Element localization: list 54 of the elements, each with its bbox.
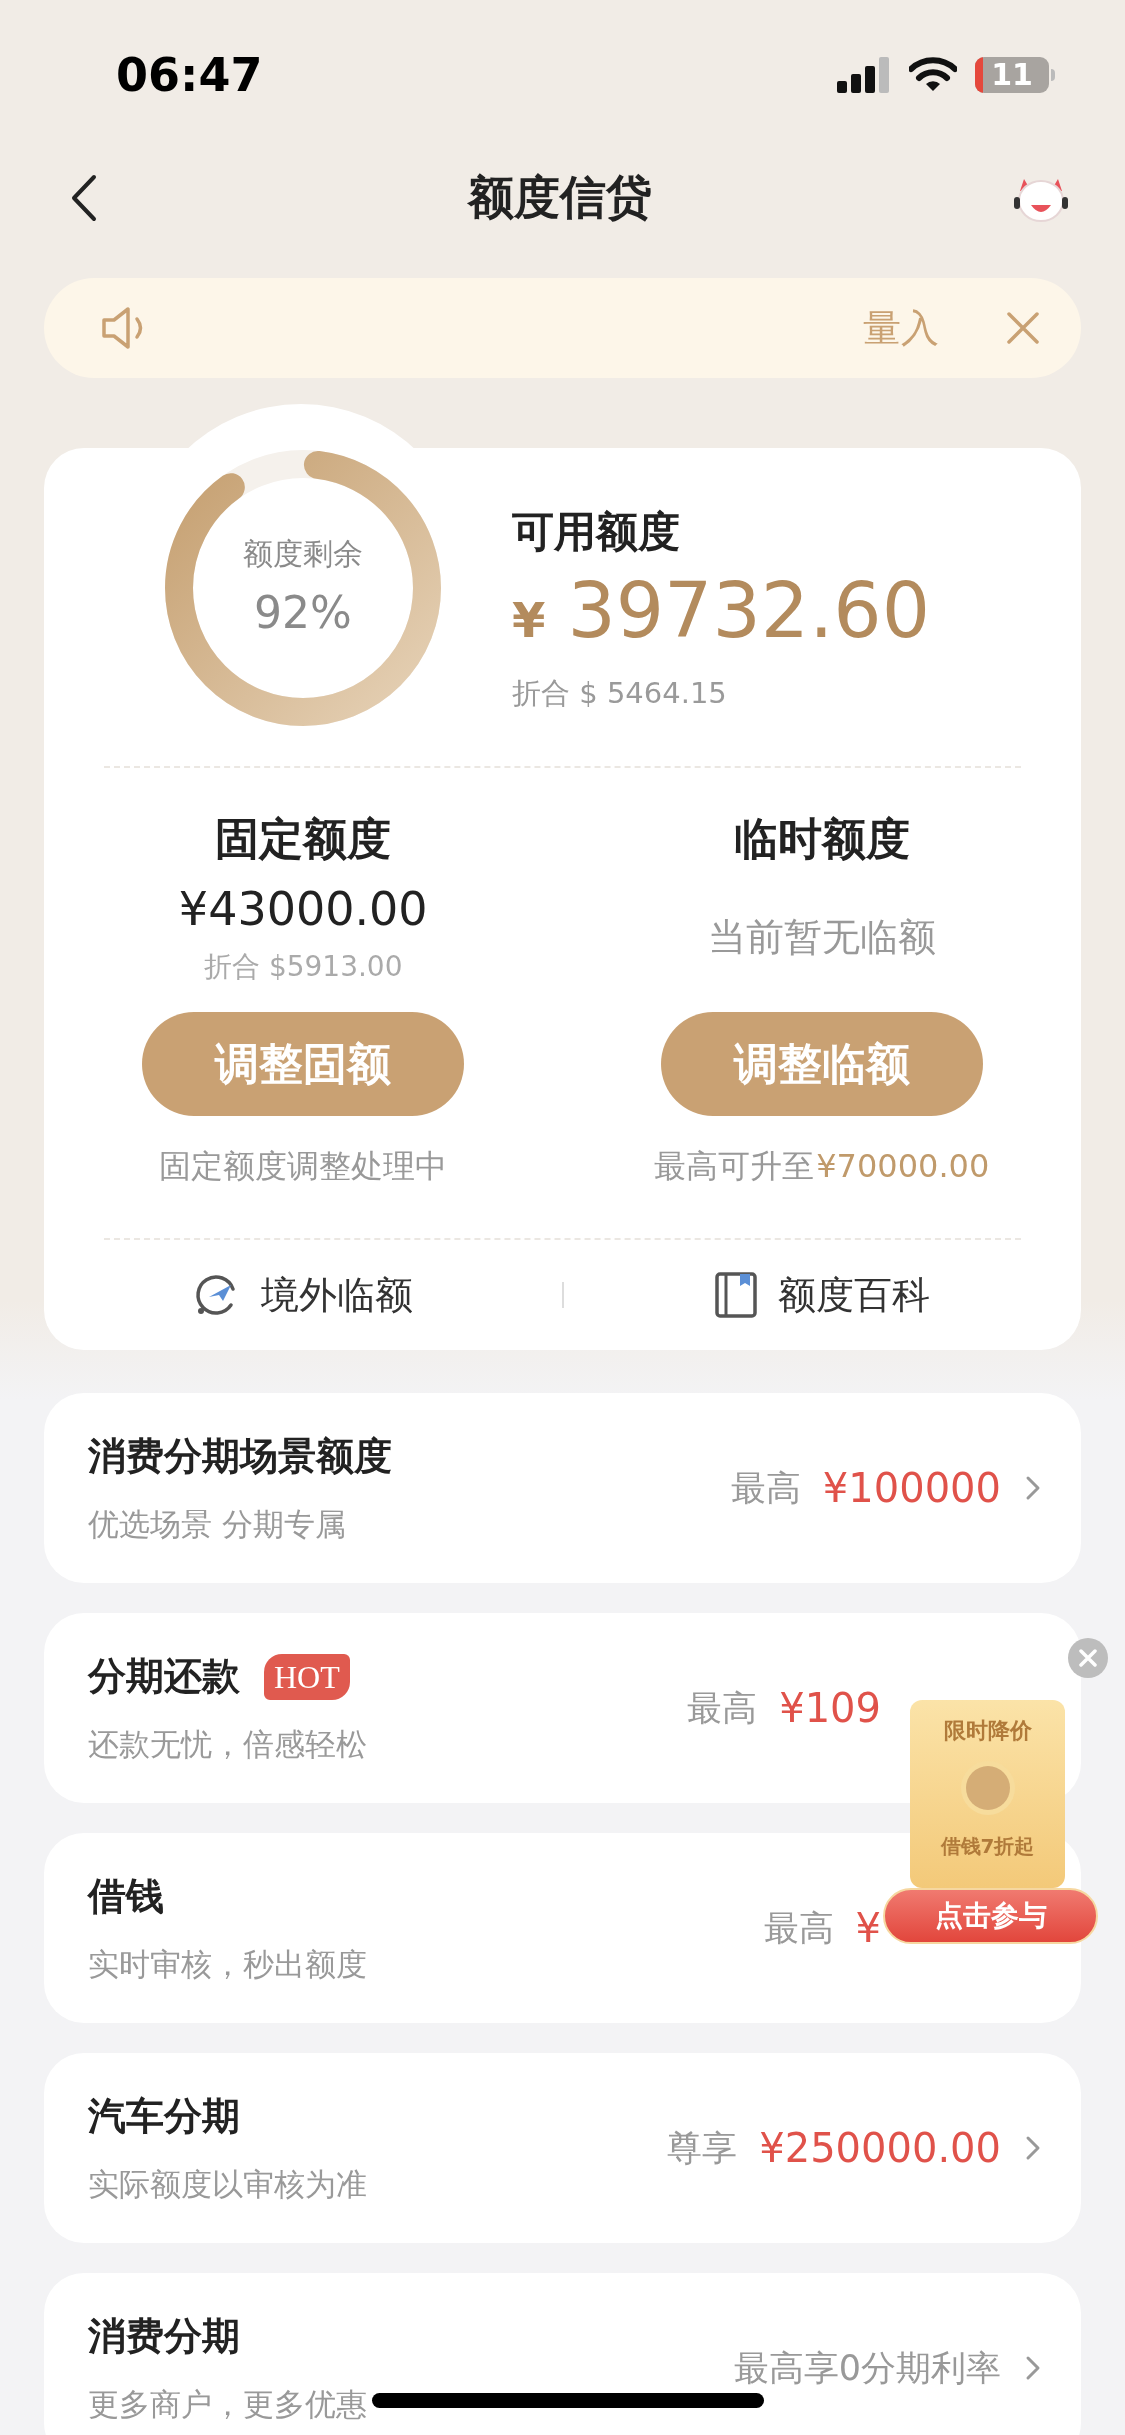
signal-icon [837,57,891,93]
back-icon [70,172,98,223]
product-subtitle: 优选场景 分期专属 [88,1505,346,1545]
product-title: 借钱 [88,1873,164,1921]
ring-percentage: 92% [254,585,352,640]
available-credit-title: 可用额度 [512,506,681,558]
wifi-icon [909,57,957,93]
limit-status: 当前暂无临额 [707,913,936,961]
currency-symbol: ¥ [512,591,546,650]
limit-amount: ¥43000.00 [178,886,428,932]
quick-link[interactable]: 额度百科 [714,1266,931,1324]
chevron-right-icon [1025,1474,1041,1502]
product-title: 汽车分期 [88,2093,240,2141]
chevron-right-icon [1025,2134,1041,2162]
product-subtitle: 实际额度以审核为准 [88,2165,367,2205]
converted-amount: 折合 $ 5464.15 [512,675,728,712]
product-card[interactable]: 消费分期 更多商户，更多优惠 最高享0分期利率 [44,2273,1081,2435]
amount-label: 最高 [687,1686,758,1730]
limit-note: 固定额度调整处理中 [159,1146,448,1187]
product-amount: ¥ [855,1904,881,1953]
amount-label: 最高 [730,1466,801,1510]
close-icon [1079,1649,1097,1667]
promo-offer: 借钱7折起 [940,1833,1035,1860]
ring-label: 额度剩余 [243,534,363,573]
max-limit-amount: ¥70000.00 [816,1146,990,1187]
product-subtitle: 实时审核，秒出额度 [88,1945,367,1985]
product-subtitle: 更多商户，更多优惠 [88,2385,367,2425]
product-subtitle: 还款无忧，倍感轻松 [88,1725,367,1765]
battery-indicator: 11 [975,57,1049,93]
chevron-right-icon [1025,2354,1041,2382]
limit-title: 临时额度 [733,812,910,866]
product-amount: ¥250000.00 [759,2124,1001,2173]
limit-title: 固定额度 [215,812,392,866]
promo-title: 限时降价 [943,1717,1032,1745]
amount-label: 尊享 [667,2126,738,2170]
notice-text: 量入 [863,304,939,352]
limit-converted: 折合 $5913.00 [204,949,403,985]
available-amount: 39732.60 [567,573,931,649]
page-title: 额度信贷 [467,169,652,226]
book-icon [714,1271,759,1319]
amount-label: 最高 [763,1906,834,1950]
product-card[interactable]: 消费分期场景额度 优选场景 分期专属 最高 ¥100000 [44,1393,1081,1583]
product-title: 消费分期 [88,2313,240,2361]
product-card[interactable]: 汽车分期 实际额度以审核为准 尊享 ¥250000.00 [44,2053,1081,2243]
product-amount: ¥109 [779,1684,881,1733]
close-icon [1006,311,1040,345]
amount-label: 最高享0分期利率 [733,2346,1001,2390]
product-title: 分期还款 [88,1653,240,1701]
status-time: 06:47 [116,46,263,104]
product-title: 消费分期场景额度 [88,1433,392,1481]
hot-badge: HOT [264,1653,350,1700]
limit-note: 最高可升至 [654,1146,815,1187]
quick-link[interactable]: 境外临额 [192,1266,413,1324]
product-amount: ¥100000 [822,1464,1001,1513]
